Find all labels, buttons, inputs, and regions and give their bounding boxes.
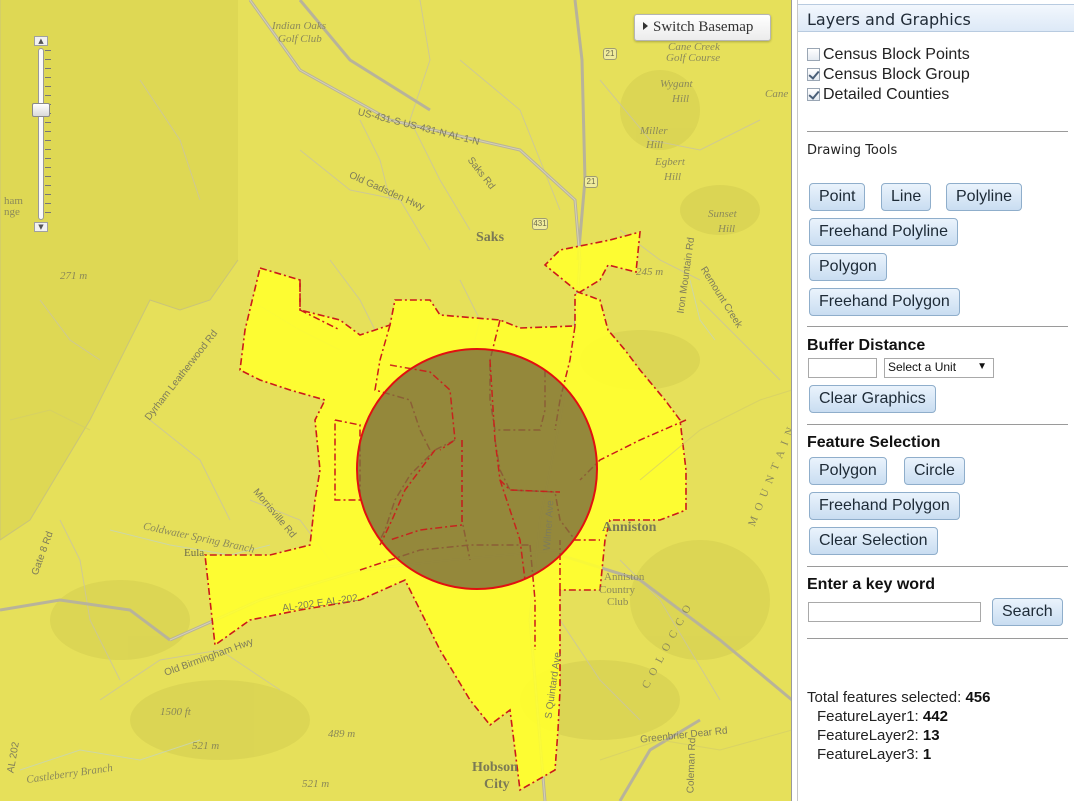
selection-circle [356, 348, 598, 590]
elevation-label: 1500 ft [160, 706, 191, 718]
draw-freehand-polyline-button[interactable]: Freehand Polyline [809, 218, 958, 246]
place-label: Egbert [655, 156, 685, 168]
place-label: Cane [765, 88, 789, 100]
feature-layer-3-count: FeatureLayer3: 1 [817, 746, 931, 763]
search-button[interactable]: Search [992, 598, 1063, 626]
clear-graphics-button[interactable]: Clear Graphics [809, 385, 936, 413]
place-label: nge [4, 206, 20, 218]
layer-label: Detailed Counties [823, 86, 950, 103]
layer-toggle-census-block-group[interactable]: Census Block Group [807, 66, 970, 86]
divider [807, 326, 1068, 327]
place-label: Miller [640, 125, 668, 137]
place-label: Hill [718, 223, 736, 235]
road-label: Coleman Rd [685, 737, 699, 794]
stat-label: FeatureLayer2: [817, 727, 919, 744]
place-label: Sunset [708, 208, 737, 220]
zoom-slider[interactable]: ▲ ▼ [32, 36, 53, 232]
stat-value: 1 [922, 746, 932, 763]
unit-select-value: Select a Unit [888, 360, 957, 374]
divider [807, 424, 1068, 425]
place-label: Golf Course [666, 52, 721, 64]
buffer-distance-input[interactable] [808, 358, 877, 378]
place-label: Hill [672, 93, 690, 105]
town-label: Anniston [602, 520, 657, 535]
side-panel: Layers and Graphics Census Block Points … [797, 0, 1074, 801]
place-label: Anniston [604, 571, 645, 583]
switch-basemap-label: Switch Basemap [653, 19, 754, 35]
stat-value: 456 [965, 689, 991, 706]
zoom-out-button[interactable]: ▼ [34, 222, 48, 232]
place-label: Indian Oaks [272, 20, 327, 32]
divider [807, 131, 1068, 132]
select-freehand-polygon-button[interactable]: Freehand Polygon [809, 492, 960, 520]
draw-polyline-button[interactable]: Polyline [946, 183, 1023, 211]
checkbox[interactable] [807, 88, 820, 101]
draw-polygon-button[interactable]: Polygon [809, 253, 887, 281]
place-label: Eula [184, 547, 205, 559]
panel-title: Layers and Graphics [798, 4, 1074, 32]
total-features-selected: Total features selected: 456 [807, 689, 990, 706]
town-label: City [484, 777, 510, 792]
place-label: Golf Club [278, 33, 322, 45]
elevation-label: 245 m [636, 266, 664, 278]
stat-label: FeatureLayer3: [817, 746, 919, 763]
switch-basemap-button[interactable]: Switch Basemap [634, 14, 771, 41]
feature-selection-heading: Feature Selection [807, 434, 941, 451]
layer-label: Census Block Points [823, 46, 970, 63]
route-shield: 21 [603, 48, 617, 60]
stat-label: Total features selected: [807, 689, 962, 706]
divider [807, 566, 1068, 567]
zoom-track[interactable] [38, 48, 44, 220]
draw-freehand-polygon-button[interactable]: Freehand Polygon [809, 288, 960, 316]
place-label: Wygant [660, 78, 693, 90]
dropdown-arrow-icon: ▼ [977, 361, 987, 372]
stat-label: FeatureLayer1: [817, 708, 919, 725]
route-shield: 431 [532, 218, 548, 230]
zoom-handle[interactable] [32, 103, 50, 118]
feature-layer-1-count: FeatureLayer1: 442 [817, 708, 948, 725]
map-view[interactable]: Indian Oaks Golf Club Cane Creek Golf Co… [0, 0, 792, 801]
draw-point-button[interactable]: Point [809, 183, 866, 211]
layer-label: Census Block Group [823, 66, 970, 83]
unit-select[interactable]: Select a Unit ▼ [884, 358, 994, 378]
draw-line-button[interactable]: Line [881, 183, 932, 211]
stat-value: 442 [922, 708, 948, 725]
place-label: Country [599, 584, 636, 596]
checkbox[interactable] [807, 68, 820, 81]
select-circle-button[interactable]: Circle [904, 457, 965, 485]
checkbox[interactable] [807, 48, 820, 61]
stat-value: 13 [922, 727, 940, 744]
expand-triangle-icon [643, 22, 648, 30]
elevation-label: 521 m [302, 778, 330, 790]
elevation-label: 521 m [192, 740, 220, 752]
divider [807, 638, 1068, 639]
town-label: Hobson [472, 760, 518, 775]
elevation-label: 489 m [328, 728, 356, 740]
layer-toggle-detailed-counties[interactable]: Detailed Counties [807, 86, 949, 106]
place-label: Hill [646, 139, 664, 151]
zoom-in-button[interactable]: ▲ [34, 36, 48, 46]
drawing-tools-heading: Drawing Tools [807, 143, 898, 158]
clear-selection-button[interactable]: Clear Selection [809, 527, 938, 555]
route-shield: 21 [584, 176, 598, 188]
elevation-label: 271 m [60, 270, 88, 282]
buffer-distance-heading: Buffer Distance [807, 337, 926, 354]
feature-layer-2-count: FeatureLayer2: 13 [817, 727, 940, 744]
place-label: Club [607, 596, 629, 608]
keyword-heading: Enter a key word [807, 576, 936, 593]
select-polygon-button[interactable]: Polygon [809, 457, 887, 485]
place-label: Hill [664, 171, 682, 183]
keyword-input[interactable] [808, 602, 981, 622]
zoom-ticks [45, 50, 53, 218]
layer-toggle-census-block-points[interactable]: Census Block Points [807, 46, 970, 66]
town-label: Saks [476, 230, 505, 245]
